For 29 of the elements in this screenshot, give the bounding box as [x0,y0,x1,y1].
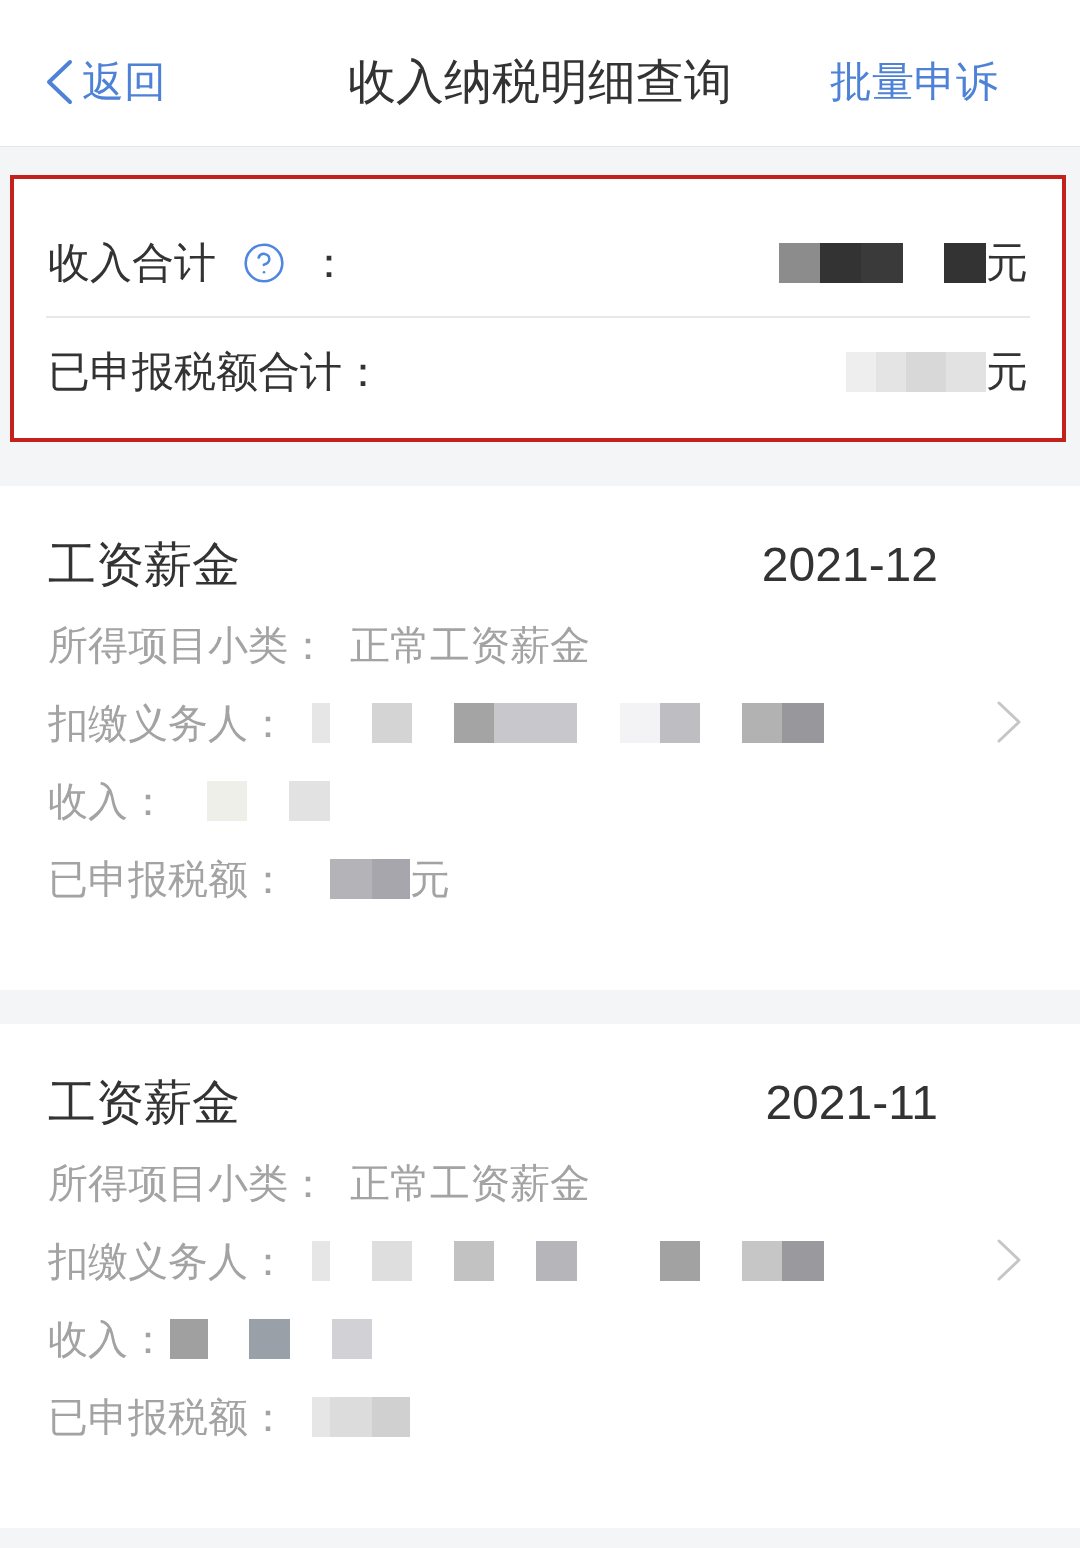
currency-unit: 元 [410,859,450,899]
tax-period: 2021-12 [761,541,938,589]
field-label: 收入： [48,1319,168,1359]
field-value: 正常工资薪金 [350,625,590,665]
summary-label: 收入合计 [48,241,216,284]
tax-period: 2021-11 [765,1079,938,1127]
income-record-card[interactable]: 工资薪金 2021-12 所得项目小类： 正常工资薪金 扣缴义务人： 收入： 已申报税额： 元 [0,486,1080,990]
field-label: 所得项目小类： [48,625,328,665]
back-button[interactable]: 返回 [44,59,166,105]
field-label: 所得项目小类： [48,1163,328,1203]
batch-appeal-button[interactable]: 批量申诉 [830,61,998,103]
page-title: 收入纳税明细查询 [348,58,732,106]
colon-separator: ： [308,241,350,284]
field-label: 扣缴义务人： [48,1241,288,1281]
help-icon[interactable] [242,240,286,285]
currency-unit: 元 [986,241,1028,284]
chevron-right-icon [996,700,1022,744]
chevron-left-icon [44,59,74,105]
summary-label: 已申报税额合计： [48,350,384,393]
field-label: 已申报税额： [48,1397,288,1437]
income-record-card[interactable]: 工资薪金 2021-11 所得项目小类： 正常工资薪金 扣缴义务人： 收入： 已申报税额： [0,1024,1080,1528]
field-label: 已申报税额： [48,859,288,899]
currency-unit: 元 [986,350,1028,393]
field-label: 收入： [48,781,168,821]
income-category: 工资薪金 [48,541,240,589]
chevron-right-icon [996,1238,1022,1282]
income-category: 工资薪金 [48,1079,240,1127]
field-value: 正常工资薪金 [350,1163,590,1203]
field-label: 扣缴义务人： [48,703,288,743]
